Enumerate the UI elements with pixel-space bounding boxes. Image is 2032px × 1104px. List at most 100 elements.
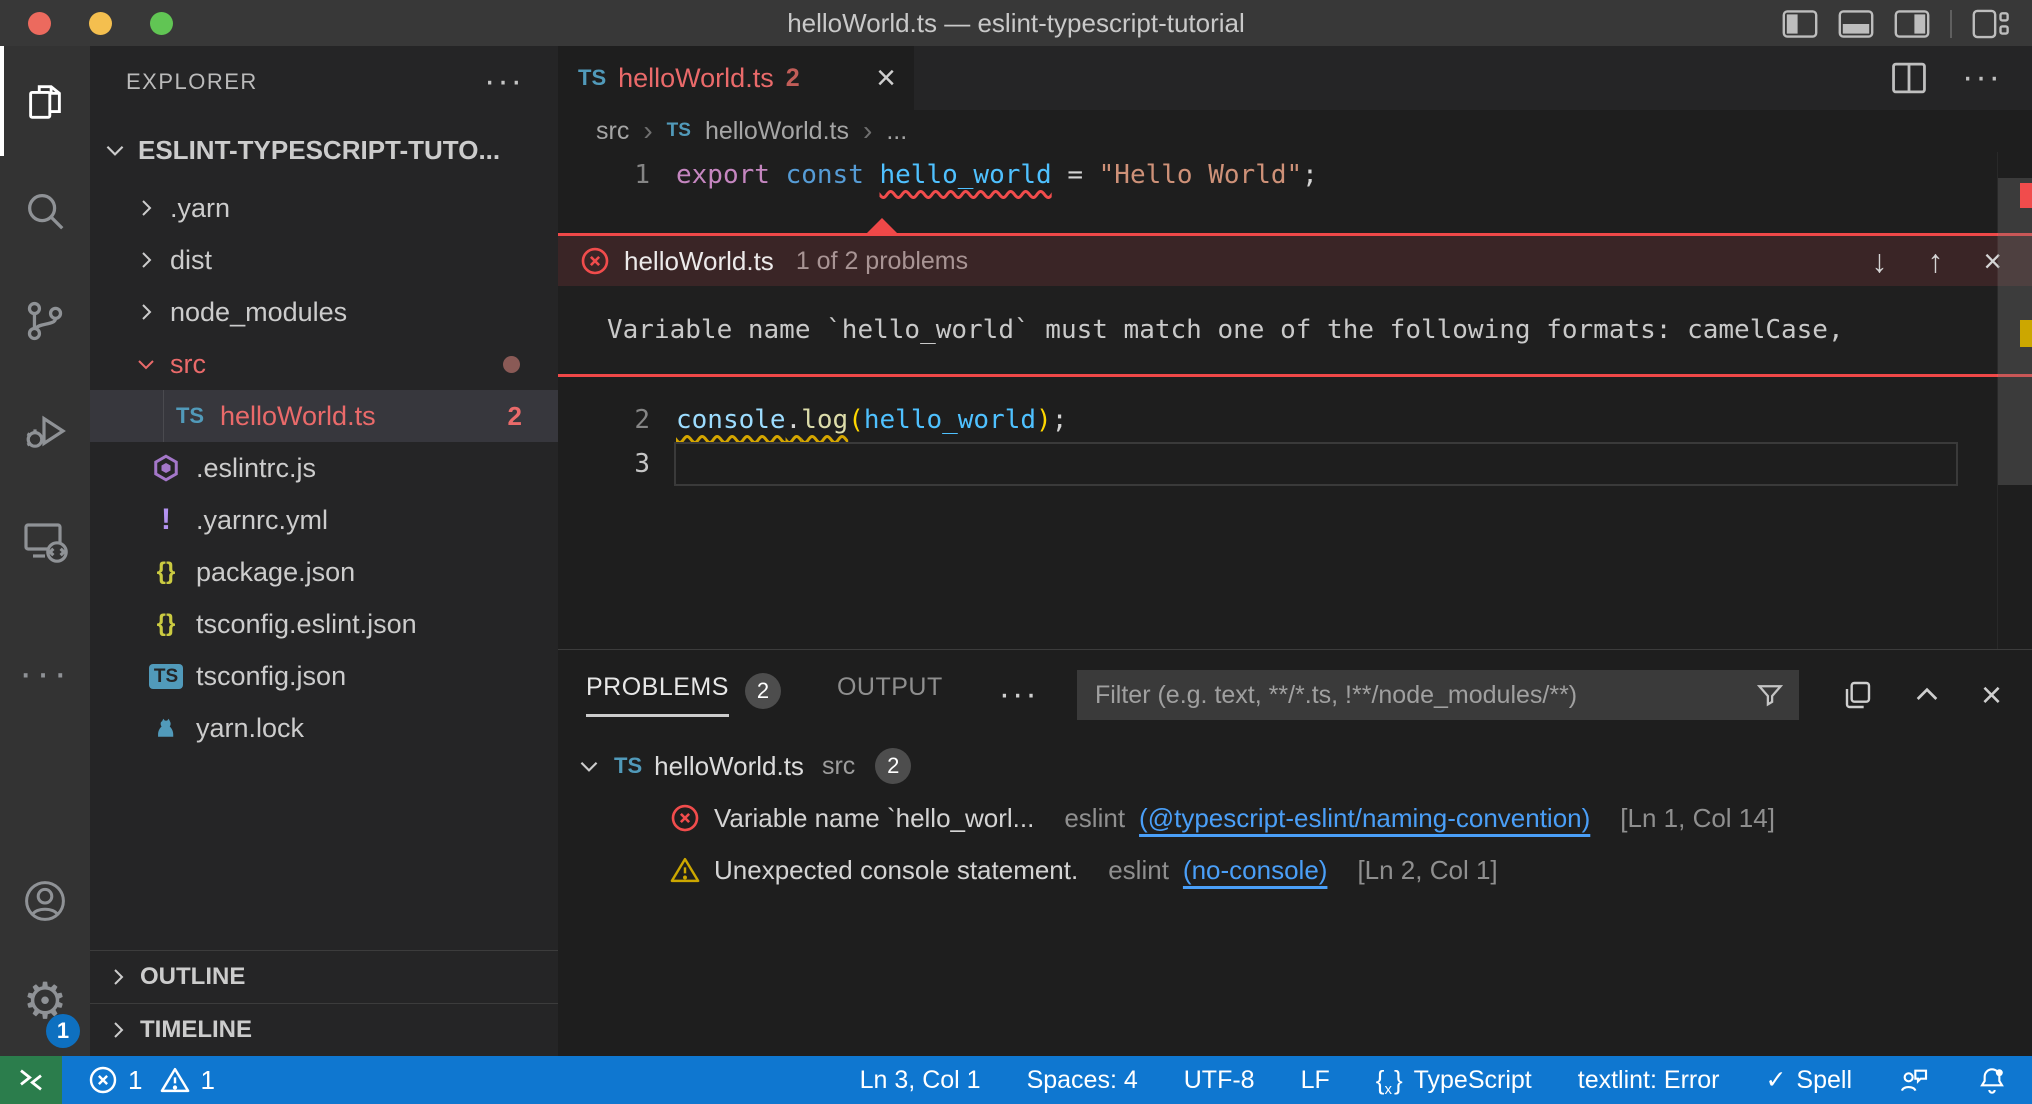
problems-file-group[interactable]: TS helloWorld.ts src 2 [558,740,2032,792]
explorer-icon[interactable] [0,46,90,156]
tab-problems[interactable]: PROBLEMS 2 [586,673,781,717]
yaml-file-icon: ! [161,503,171,537]
search-icon[interactable] [0,156,90,266]
tree-item-tsconfig-eslint-json[interactable]: {} tsconfig.eslint.json [90,598,558,650]
remote-icon [16,1065,46,1095]
explorer-more-actions-icon[interactable]: ··· [484,75,524,89]
eol-sequence[interactable]: LF [1301,1066,1330,1095]
problem-row-warning[interactable]: Unexpected console statement. eslint(no-… [558,844,2032,896]
rule-link[interactable]: (@typescript-eslint/naming-convention) [1139,803,1590,834]
controls-separator [1950,10,1952,38]
tree-item-yarnrc-yml[interactable]: ! .yarnrc.yml [90,494,558,546]
json-file-icon: {} [157,610,176,638]
tab-helloworld-ts[interactable]: TS helloWorld.ts 2 × [558,46,914,110]
tree-item-package-json[interactable]: {} package.json [90,546,558,598]
remote-explorer-icon[interactable] [0,486,90,596]
current-line-highlight [674,442,1958,486]
tree-root-folder[interactable]: ESLINT-TYPESCRIPT-TUTO... [90,118,558,182]
minimize-window-button[interactable] [89,12,112,35]
ts-file-icon: TS [176,403,204,429]
textlint-status[interactable]: textlint: Error [1578,1066,1720,1095]
window-title: helloWorld.ts — eslint-typescript-tutori… [0,8,2032,39]
error-peek-widget: helloWorld.ts 1 of 2 problems ↓ ↑ × Vari… [558,233,2032,377]
close-window-button[interactable] [28,12,51,35]
title-bar: helloWorld.ts — eslint-typescript-tutori… [0,0,2032,46]
tree-item-dist-folder[interactable]: dist [90,234,558,286]
src-modified-dot [503,356,520,373]
zoom-window-button[interactable] [150,12,173,35]
previous-problem-icon[interactable]: ↑ [1927,243,1943,280]
encoding[interactable]: UTF-8 [1184,1066,1255,1095]
code-line-1[interactable]: 1 export const hello_world = "Hello Worl… [558,152,1996,198]
cursor-position[interactable]: Ln 3, Col 1 [860,1066,981,1095]
timeline-section[interactable]: TIMELINE [90,1003,558,1056]
status-problems[interactable]: 1 1 [88,1065,215,1096]
toggle-sidebar-icon[interactable] [1782,9,1818,39]
problem-row-error[interactable]: Variable name `hello_worl... eslint(@typ… [558,792,2032,844]
peek-problem-count: 1 of 2 problems [796,247,968,276]
problems-badge: 2 [745,673,781,709]
maximize-panel-icon[interactable] [1911,679,1943,711]
file-tree: .yarn dist node_modules src TS [90,182,558,754]
breadcrumb-file[interactable]: helloWorld.ts [705,117,849,146]
language-status-icon: {x} [1376,1065,1404,1096]
tree-item-node-modules-folder[interactable]: node_modules [90,286,558,338]
error-squiggle: hello_world [880,160,1052,190]
toggle-panel-icon[interactable] [1838,9,1874,39]
customize-layout-icon[interactable] [1972,8,2010,40]
spell-checker-status[interactable]: ✓ Spell [1765,1065,1852,1095]
code-line-2[interactable]: 2 console.log(hello_world); [558,398,1996,442]
tree-item-src-folder[interactable]: src [90,338,558,390]
layout-controls [1782,8,2010,40]
vscode-window: helloWorld.ts — eslint-typescript-tutori… [0,0,2032,1104]
error-icon [580,246,610,276]
tree-item-eslintrc-js[interactable]: .eslintrc.js [90,442,558,494]
panel-more-tabs-icon[interactable]: ··· [999,688,1039,702]
ts-file-icon: TS [667,120,691,142]
warning-squiggle: console.log [676,405,848,435]
rule-link[interactable]: (no-console) [1183,855,1328,886]
check-icon: ✓ [1765,1065,1786,1095]
view-as-table-icon[interactable] [1841,679,1873,711]
next-problem-icon[interactable]: ↓ [1871,243,1887,280]
project-name: ESLINT-TYPESCRIPT-TUTO... [138,135,500,166]
editor-more-actions-icon[interactable]: ··· [1962,71,2002,85]
split-editor-icon[interactable] [1890,61,1928,95]
feedback-icon[interactable] [1898,1064,1930,1096]
filter-input[interactable] [1077,681,1755,710]
chevron-down-icon [576,753,602,779]
filter-funnel-icon[interactable] [1755,680,1785,710]
warning-icon [160,1065,190,1095]
peek-error-message[interactable]: Variable name `hello_world` must match o… [607,315,1844,345]
code-editor[interactable]: 1 export const hello_world = "Hello Worl… [558,152,2032,649]
problems-count-badge: 2 [508,401,522,432]
run-debug-icon[interactable] [0,376,90,486]
breadcrumb-src[interactable]: src [596,117,629,146]
peek-pointer [866,218,898,234]
code-line-3[interactable]: 3 [558,442,1996,486]
overview-error-marker [2020,183,2032,208]
activity-bar: ··· ⚙ 1 [0,46,90,1056]
language-mode[interactable]: {x} TypeScript [1376,1065,1532,1096]
notifications-bell-icon[interactable] [1976,1064,2008,1096]
editor-scrollbar[interactable] [1997,152,2032,649]
source-control-icon[interactable] [0,266,90,376]
remote-indicator[interactable] [0,1056,62,1104]
tab-close-icon[interactable]: × [876,61,896,95]
status-bar: 1 1 Ln 3, Col 1 Spaces: 4 UTF-8 LF {x} T… [0,1056,2032,1104]
settings-gear-icon[interactable]: ⚙ 1 [0,946,90,1056]
toggle-secondary-sidebar-icon[interactable] [1894,9,1930,39]
tree-item-yarn-folder[interactable]: .yarn [90,182,558,234]
explorer-sidebar: EXPLORER ··· ESLINT-TYPESCRIPT-TUTO... .… [90,46,558,1056]
tree-item-yarn-lock[interactable]: yarn.lock [90,702,558,754]
tab-output[interactable]: OUTPUT [837,673,943,717]
tree-item-tsconfig-json[interactable]: TS tsconfig.json [90,650,558,702]
breadcrumb-symbol[interactable]: ... [886,117,907,146]
close-panel-icon[interactable]: × [1981,677,2002,713]
outline-section[interactable]: OUTLINE [90,950,558,1003]
tree-item-helloworld-ts[interactable]: TS helloWorld.ts 2 [90,390,558,442]
indent-guide [163,390,164,442]
accounts-icon[interactable] [0,856,90,946]
indentation[interactable]: Spaces: 4 [1027,1066,1138,1095]
more-views-icon[interactable]: ··· [0,628,90,718]
